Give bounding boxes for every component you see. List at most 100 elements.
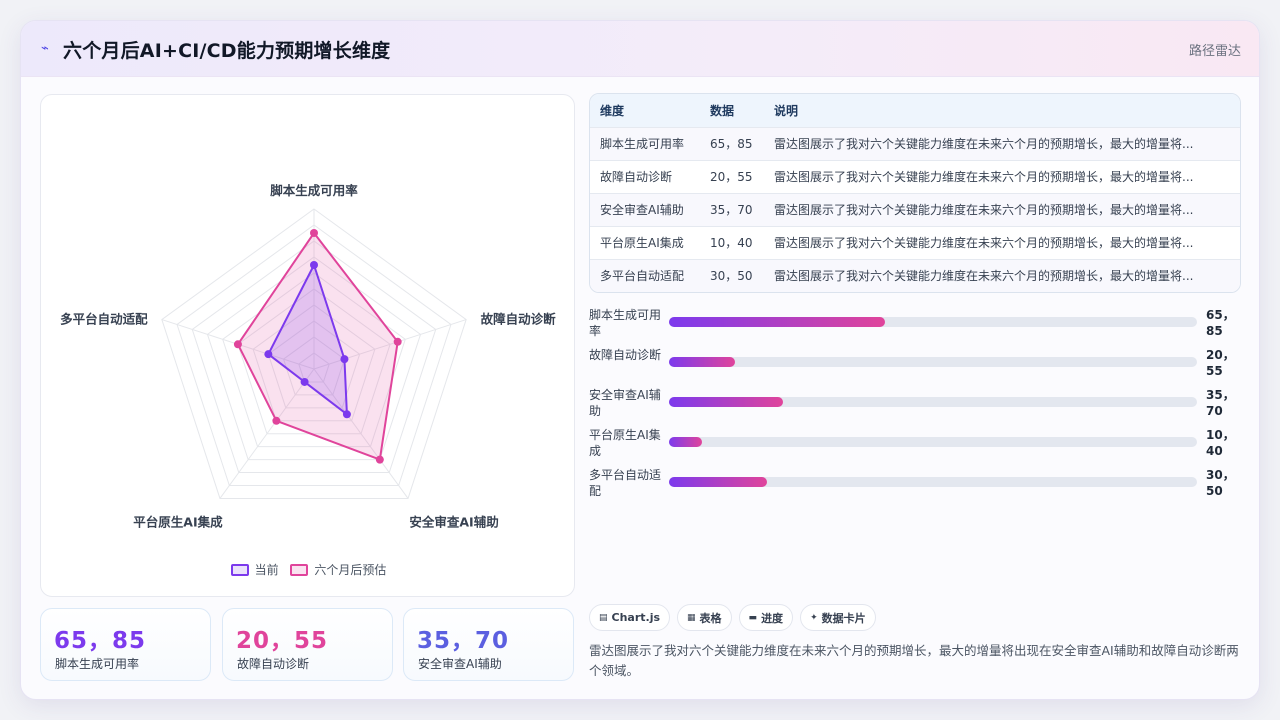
column-header-data: 数据 bbox=[710, 103, 735, 118]
cell-data: 10，40 bbox=[710, 236, 753, 250]
progress-list: 脚本生成可用率 65，85 故障自动诊断 20，55 安全审查AI辅助 35，7… bbox=[589, 303, 1241, 503]
progress-row: 安全审查AI辅助 35，70 bbox=[589, 385, 1241, 421]
progress-track bbox=[669, 437, 1197, 447]
progress-fill bbox=[669, 317, 886, 327]
stat-value: 20，55 bbox=[236, 628, 329, 654]
progress-label: 多平台自动适配 bbox=[589, 468, 662, 498]
stat-card: 65，85 脚本生成可用率 bbox=[40, 608, 211, 681]
cell-dimension: 安全审查AI辅助 bbox=[600, 203, 684, 217]
table-row[interactable]: 脚本生成可用率 65，85 雷达图展示了我对六个关键能力维度在未来六个月的预期增… bbox=[590, 127, 1240, 160]
legend-label-current: 当前 bbox=[254, 563, 279, 577]
stat-card: 20，55 故障自动诊断 bbox=[222, 608, 393, 681]
table-row[interactable]: 平台原生AI集成 10，40 雷达图展示了我对六个关键能力维度在未来六个月的预期… bbox=[590, 226, 1240, 259]
legend-swatch-future bbox=[290, 563, 309, 576]
stat-value: 35，70 bbox=[417, 628, 510, 654]
cell-data: 30，50 bbox=[710, 269, 753, 284]
legend-item-current[interactable]: 当前 bbox=[230, 561, 279, 578]
table-row[interactable]: 故障自动诊断 20，55 雷达图展示了我对六个关键能力维度在未来六个月的预期增长… bbox=[590, 160, 1240, 193]
progress-track bbox=[669, 357, 1197, 367]
cell-dimension: 多平台自动适配 bbox=[600, 269, 685, 284]
chip-label: 进度 bbox=[761, 611, 784, 625]
chip-label: 表格 bbox=[699, 611, 722, 625]
radar-point bbox=[342, 410, 351, 419]
sparkle-icon: ✦ bbox=[810, 612, 818, 623]
chip-label: Chart.js bbox=[611, 611, 661, 624]
column-header-dimension: 维度 bbox=[600, 103, 625, 118]
data-table: 维度 数据 说明 脚本生成可用率 65，85 雷达图展示了我对六个关键能力维度在… bbox=[589, 93, 1241, 293]
progress-row: 脚本生成可用率 65，85 bbox=[589, 305, 1241, 341]
progress-value: 10，40 bbox=[1206, 428, 1235, 458]
path-radar-link[interactable]: 路径雷达 bbox=[1189, 40, 1241, 59]
progress-value: 65，85 bbox=[1206, 308, 1235, 338]
radar-axis-label: 故障自动诊断 bbox=[481, 312, 557, 327]
trend-line-icon: ⌁ bbox=[41, 41, 49, 56]
progress-value: 35，70 bbox=[1206, 388, 1235, 418]
radar-axis-label: 平台原生AI集成 bbox=[133, 514, 223, 529]
dashboard-card: ⌁ 六个月后AI+CI/CD能力预期增长维度 路径雷达 脚本生成可用率 故障自动诊… bbox=[20, 20, 1260, 700]
radar-axis-label: 脚本生成可用率 bbox=[270, 183, 358, 198]
cell-dimension: 平台原生AI集成 bbox=[600, 236, 684, 250]
table-row[interactable]: 多平台自动适配 30，50 雷达图展示了我对六个关键能力维度在未来六个月的预期增… bbox=[590, 259, 1240, 292]
radar-point bbox=[310, 261, 318, 269]
cell-description: 雷达图展示了我对六个关键能力维度在未来六个月的预期增长，最大的增量将... bbox=[774, 269, 1194, 284]
stat-card: 35，70 安全审查AI辅助 bbox=[403, 608, 574, 681]
cell-description: 雷达图展示了我对六个关键能力维度在未来六个月的预期增长，最大的增量将... bbox=[774, 137, 1194, 151]
progress-fill bbox=[669, 477, 768, 487]
tag-chips: ▤ Chart.js ▦ 表格 ▬ 进度 ✦ 数据卡片 bbox=[589, 604, 883, 632]
legend-label-future: 六个月后预估 bbox=[314, 563, 387, 577]
cell-data: 35，70 bbox=[710, 203, 753, 217]
cell-data: 20，55 bbox=[710, 170, 753, 184]
radar-axis-label: 安全审查AI辅助 bbox=[409, 514, 498, 529]
radar-point bbox=[310, 229, 318, 237]
table-header-row: 维度 数据 说明 bbox=[590, 94, 1240, 127]
radar-point bbox=[375, 455, 384, 464]
stat-label: 脚本生成可用率 bbox=[55, 657, 140, 671]
chart-legend: 当前 六个月后预估 bbox=[41, 561, 576, 579]
cell-dimension: 故障自动诊断 bbox=[600, 170, 673, 184]
radar-point bbox=[393, 337, 402, 346]
progress-row: 平台原生AI集成 10，40 bbox=[589, 425, 1241, 461]
progress-fill bbox=[669, 397, 783, 407]
radar-point bbox=[340, 355, 349, 364]
progress-label: 脚本生成可用率 bbox=[589, 308, 662, 338]
progress-fill bbox=[669, 357, 735, 367]
summary-text: 雷达图展示了我对六个关键能力维度在未来六个月的预期增长，最大的增量将出现在安全审… bbox=[589, 643, 1239, 678]
progress-label: 安全审查AI辅助 bbox=[589, 388, 661, 418]
progress-row: 故障自动诊断 20，55 bbox=[589, 345, 1241, 381]
progress-fill bbox=[669, 437, 702, 447]
radar-point bbox=[300, 377, 309, 386]
stat-label: 故障自动诊断 bbox=[237, 657, 310, 671]
cell-data: 65，85 bbox=[710, 137, 753, 151]
progress-label: 故障自动诊断 bbox=[589, 348, 662, 362]
stat-value: 65，85 bbox=[54, 628, 147, 654]
table-row[interactable]: 安全审查AI辅助 35，70 雷达图展示了我对六个关键能力维度在未来六个月的预期… bbox=[590, 193, 1240, 226]
progress-row: 多平台自动适配 30，50 bbox=[589, 465, 1241, 501]
progress-track bbox=[669, 397, 1197, 407]
radar-point bbox=[264, 350, 273, 359]
cell-description: 雷达图展示了我对六个关键能力维度在未来六个月的预期增长，最大的增量将... bbox=[774, 236, 1194, 250]
radar-axis-label: 多平台自动适配 bbox=[60, 312, 148, 327]
chip-chartjs[interactable]: ▤ Chart.js bbox=[589, 604, 671, 631]
chip-data-cards[interactable]: ✦ 数据卡片 bbox=[800, 604, 876, 631]
cell-dimension: 脚本生成可用率 bbox=[600, 137, 685, 151]
progress-track bbox=[669, 317, 1197, 327]
chip-progress[interactable]: ▬ 进度 bbox=[738, 604, 794, 631]
chart-icon: ▤ bbox=[599, 612, 608, 623]
radar-point bbox=[233, 340, 242, 349]
table-icon: ▦ bbox=[687, 612, 696, 623]
column-header-description: 说明 bbox=[774, 103, 799, 118]
radar-chart-panel: 脚本生成可用率故障自动诊断安全审查AI辅助 平台原生AI集成 多平台自动适配 当前 … bbox=[40, 94, 575, 597]
cell-description: 雷达图展示了我对六个关键能力维度在未来六个月的预期增长，最大的增量将... bbox=[774, 170, 1194, 184]
page-title: 六个月后AI+CI/CD能力预期增长维度 bbox=[63, 40, 391, 62]
progress-icon: ▬ bbox=[748, 612, 758, 623]
progress-track bbox=[669, 477, 1197, 487]
cell-description: 雷达图展示了我对六个关键能力维度在未来六个月的预期增长，最大的增量将... bbox=[774, 203, 1194, 217]
chip-table[interactable]: ▦ 表格 bbox=[677, 604, 732, 631]
progress-value: 20，55 bbox=[1206, 348, 1235, 378]
chip-label: 数据卡片 bbox=[821, 611, 866, 625]
stat-label: 安全审查AI辅助 bbox=[418, 657, 502, 671]
progress-value: 30，50 bbox=[1206, 468, 1235, 498]
progress-label: 平台原生AI集成 bbox=[589, 428, 661, 458]
header-bar: ⌁ 六个月后AI+CI/CD能力预期增长维度 路径雷达 bbox=[21, 21, 1259, 77]
legend-item-future[interactable]: 六个月后预估 bbox=[290, 561, 386, 578]
